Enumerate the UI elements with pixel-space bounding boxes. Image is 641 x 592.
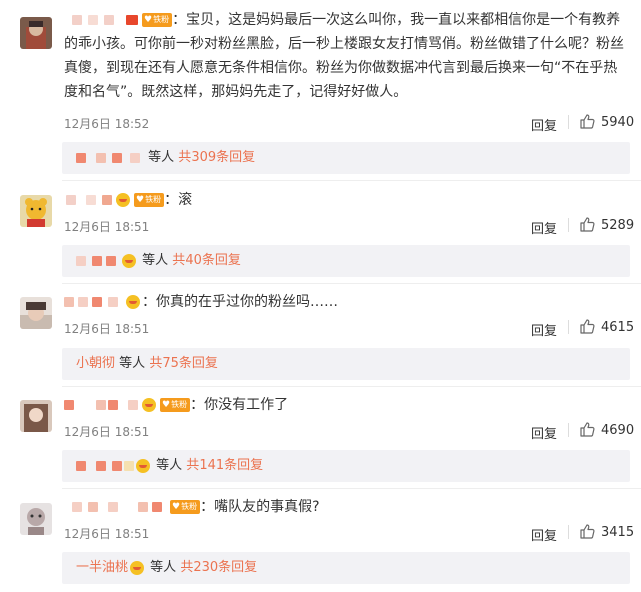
- divider: [62, 488, 641, 489]
- comment-text-block: ：你真的在乎过你的粉丝吗……: [64, 290, 630, 314]
- reply-total[interactable]: 共141条回复: [186, 458, 263, 473]
- reply-button[interactable]: 回复: [531, 218, 557, 237]
- fan-badge: ♥铁粉: [160, 398, 191, 412]
- reply-username-masked[interactable]: [76, 253, 120, 269]
- reply-username-masked[interactable]: [76, 458, 134, 474]
- reply-summary[interactable]: 一半油桃 等人 共230条回复: [62, 552, 630, 584]
- comment-date: 12月6日 18:52: [64, 117, 150, 131]
- comment-text: 嘴队友的事真假?: [214, 499, 320, 515]
- reply-username-masked[interactable]: [76, 150, 144, 166]
- avatar[interactable]: [20, 503, 52, 535]
- comment-text: 你没有工作了: [204, 397, 289, 413]
- comment-date: 12月6日 18:51: [64, 425, 150, 439]
- emoji-icon: [116, 193, 130, 207]
- heart-icon: ♥: [162, 400, 171, 410]
- reply-summary[interactable]: 小朝彻 等人 共75条回复: [62, 348, 630, 380]
- reply-button[interactable]: 回复: [531, 115, 557, 134]
- heart-icon: ♥: [136, 195, 145, 205]
- comment-text-block: ♥铁粉 ：滚: [64, 188, 630, 212]
- comment-text: 滚: [178, 192, 193, 208]
- reply-etc-label: 等人: [142, 253, 169, 268]
- comment-meta: 12月6日 18:51 回复 3415: [64, 523, 634, 544]
- divider: [62, 386, 641, 387]
- reply-etc-label: 等人: [119, 356, 146, 371]
- like-count: 5289: [601, 218, 635, 233]
- reply-total[interactable]: 共75条回复: [149, 356, 218, 371]
- comment-date: 12月6日 18:51: [64, 220, 150, 234]
- comment-meta: 12月6日 18:51 回复 5289: [64, 216, 634, 237]
- like-count: 4690: [601, 423, 635, 438]
- comment-date: 12月6日 18:51: [64, 322, 150, 336]
- emoji-icon: [136, 458, 150, 473]
- reply-button[interactable]: 回复: [531, 320, 557, 339]
- like-count: 3415: [601, 525, 635, 540]
- username-masked[interactable]: [64, 499, 168, 515]
- reply-button[interactable]: 回复: [531, 423, 557, 442]
- reply-username[interactable]: 一半油桃: [76, 560, 128, 575]
- reply-total[interactable]: 共230条回复: [180, 560, 257, 575]
- avatar[interactable]: [20, 400, 52, 432]
- comment-text-block: ♥铁粉 ：嘴队友的事真假?: [64, 495, 630, 519]
- comment-text: 你真的在乎过你的粉丝吗……: [156, 294, 338, 310]
- reply-etc-label: 等人: [150, 560, 177, 575]
- fan-badge: ♥铁粉: [170, 500, 201, 514]
- reply-total[interactable]: 共40条回复: [172, 253, 241, 268]
- like-count: 5940: [601, 115, 635, 130]
- thumbs-up-icon[interactable]: [579, 318, 596, 338]
- reply-button[interactable]: 回复: [531, 525, 557, 544]
- comment-meta: 12月6日 18:51 回复 4690: [64, 421, 634, 442]
- avatar[interactable]: [20, 297, 52, 329]
- emoji-icon: [126, 295, 140, 309]
- thumbs-up-icon[interactable]: [579, 113, 596, 133]
- divider: [568, 320, 569, 334]
- emoji-icon: [130, 560, 145, 575]
- comment-text-block: ♥铁粉 ：你没有工作了: [64, 393, 630, 417]
- username-masked[interactable]: [64, 397, 140, 413]
- username-masked[interactable]: [64, 192, 114, 208]
- thumbs-up-icon[interactable]: [579, 216, 596, 236]
- divider: [568, 525, 569, 539]
- divider: [568, 423, 569, 437]
- divider: [62, 283, 641, 284]
- comment-meta: 12月6日 18:52 回复 5940: [64, 113, 634, 134]
- like-count: 4615: [601, 320, 635, 335]
- thumbs-up-icon[interactable]: [579, 523, 596, 543]
- reply-etc-label: 等人: [156, 458, 183, 473]
- divider: [62, 180, 641, 181]
- reply-username[interactable]: 小朝彻: [76, 356, 115, 371]
- thumbs-up-icon[interactable]: [579, 421, 596, 441]
- heart-icon: ♥: [172, 502, 181, 512]
- comment-text-block: ♥铁粉 ：宝贝，这是妈妈最后一次这么叫你，我一直以来都相信你是一个有教养的乖小孩。…: [64, 12, 624, 100]
- username-masked[interactable]: [64, 294, 124, 310]
- emoji-icon: [142, 398, 156, 412]
- avatar[interactable]: [20, 195, 52, 227]
- reply-etc-label: 等人: [148, 150, 175, 165]
- reply-summary[interactable]: 等人 共309条回复: [62, 142, 630, 174]
- reply-summary[interactable]: 等人 共141条回复: [62, 450, 630, 482]
- avatar[interactable]: [20, 17, 52, 49]
- divider: [568, 115, 569, 129]
- comment-meta: 12月6日 18:51 回复 4615: [64, 318, 634, 339]
- divider: [568, 218, 569, 232]
- comment-item: ♥铁粉 ：嘴队友的事真假? 12月6日 18:51 回复 3415 一半油桃 等人…: [0, 0, 641, 584]
- fan-badge: ♥铁粉: [134, 193, 165, 207]
- comment-date: 12月6日 18:51: [64, 527, 150, 541]
- emoji-icon: [122, 253, 136, 268]
- reply-total[interactable]: 共309条回复: [178, 150, 255, 165]
- reply-summary[interactable]: 等人 共40条回复: [62, 245, 630, 277]
